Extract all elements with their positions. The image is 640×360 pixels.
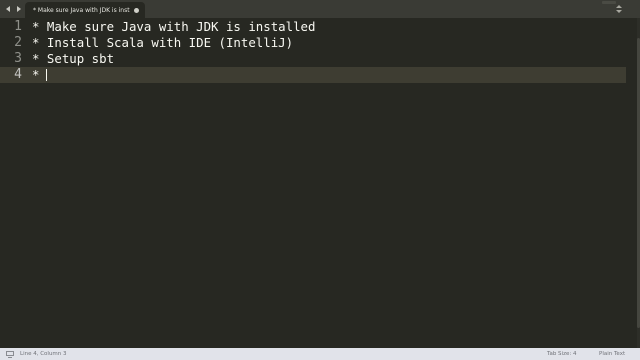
tab-navigation (4, 3, 23, 15)
arrow-left-icon[interactable] (4, 3, 12, 15)
syntax-selector[interactable]: Plain Text (599, 351, 625, 357)
editor-window: * Make sure Java with JDK is installed 1… (0, 0, 640, 360)
text-editor[interactable]: 1 * Make sure Java with JDK is installed… (0, 18, 640, 348)
text-cursor (46, 69, 47, 81)
line-number: 2 (14, 35, 22, 50)
tab-bar: * Make sure Java with JDK is installed (0, 0, 640, 18)
line-number: 4 (14, 67, 22, 82)
cursor-position: Line 4, Column 3 (20, 351, 67, 357)
tab-active-file[interactable]: * Make sure Java with JDK is installed (25, 2, 145, 18)
console-panel-icon[interactable] (6, 351, 14, 358)
line-number: 3 (14, 51, 22, 66)
line-text[interactable]: * Setup sbt (32, 51, 114, 67)
minimap-indicator (602, 1, 616, 4)
code-line[interactable]: 2 * Install Scala with IDE (IntelliJ) (0, 35, 626, 51)
close-dot-icon[interactable] (134, 7, 139, 13)
arrow-right-icon[interactable] (15, 3, 23, 15)
status-bar: Line 4, Column 3 Tab Size: 4 Plain Text (0, 348, 640, 360)
line-text[interactable]: * Make sure Java with JDK is installed (32, 19, 315, 35)
line-text[interactable]: * (32, 67, 47, 83)
line-text[interactable]: * Install Scala with IDE (IntelliJ) (32, 35, 293, 51)
code-line[interactable]: 1 * Make sure Java with JDK is installed (0, 19, 626, 35)
tab-size-selector[interactable]: Tab Size: 4 (547, 351, 576, 357)
tab-label: * Make sure Java with JDK is installed (33, 6, 130, 14)
code-line-current[interactable]: 4 * (0, 67, 626, 83)
code-line[interactable]: 3 * Setup sbt (0, 51, 626, 67)
tab-overflow-icon[interactable] (616, 5, 622, 13)
line-number: 1 (14, 19, 22, 34)
